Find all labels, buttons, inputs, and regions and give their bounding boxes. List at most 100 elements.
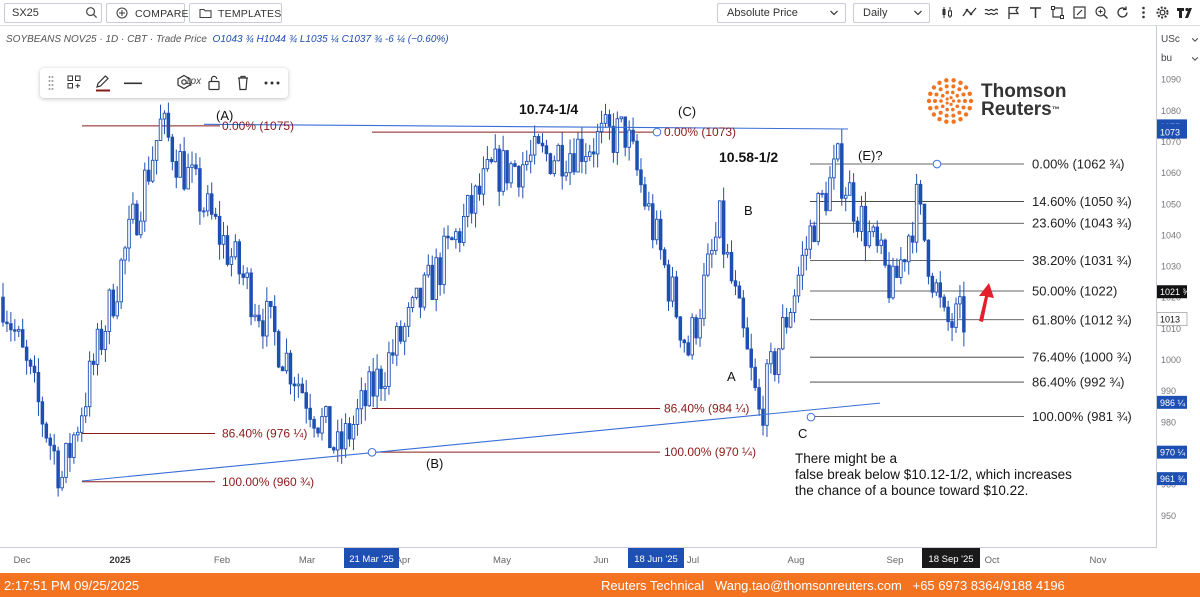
candle-down: [300, 383, 305, 394]
symbol-input[interactable]: SX25: [4, 3, 102, 23]
price-label-box: [1157, 472, 1187, 486]
candle-up: [914, 183, 919, 243]
brand-dot: [944, 84, 949, 89]
more-horizontal-icon[interactable]: [264, 80, 280, 86]
candle-up: [485, 159, 490, 170]
candle-up: [206, 193, 210, 212]
settings-hexagon-icon[interactable]: [176, 74, 192, 90]
fib-right-label: 100.00% (981 ¾): [1032, 409, 1132, 424]
candle-down: [883, 239, 887, 266]
candle-up: [627, 129, 631, 148]
trash-icon[interactable]: [236, 74, 250, 91]
candle-down: [249, 272, 253, 318]
compare-button[interactable]: COMPARE: [106, 3, 189, 23]
wave-label: (E)?: [858, 148, 883, 163]
candle-up: [690, 317, 694, 356]
unit-select[interactable]: bu: [1161, 53, 1199, 64]
candle-down: [721, 200, 726, 255]
candle-up: [162, 112, 167, 120]
price-label-text: 1013: [1160, 315, 1180, 325]
line-width-icon[interactable]: [124, 82, 142, 85]
price-tick: 1050: [1161, 199, 1181, 209]
chart-app: SX25 COMPARE TEMPLATES Absolute Price Da…: [0, 0, 1200, 597]
candle-up: [717, 200, 722, 238]
price-label-box: [1157, 445, 1187, 459]
candle-up: [87, 360, 92, 408]
templates-button[interactable]: TEMPLATES: [189, 3, 282, 23]
price-tick: 1070: [1161, 137, 1181, 147]
search-icon[interactable]: [85, 6, 98, 19]
candle-down: [745, 327, 750, 350]
more-vertical-icon[interactable]: [1136, 5, 1151, 20]
price-label-text: 986 ¼: [1160, 398, 1186, 408]
brand-tm: ™: [1051, 105, 1060, 114]
text-tool-icon[interactable]: [1028, 5, 1043, 20]
brand-dot: [949, 102, 953, 106]
interval-value: Daily: [863, 7, 888, 19]
fib-left-label: 100.00% (960 ¾): [222, 475, 314, 489]
candle-down: [469, 195, 474, 214]
lock-icon[interactable]: [207, 74, 221, 91]
candle-down: [674, 276, 679, 318]
brand-dot: [938, 87, 943, 92]
indicator-icon[interactable]: [962, 5, 977, 20]
fullscreen-icon[interactable]: [1072, 5, 1087, 20]
brand-dot: [928, 91, 933, 97]
candle-down: [1, 296, 5, 323]
price-mode-select[interactable]: Absolute Price: [717, 3, 846, 23]
interval-select[interactable]: Daily: [853, 3, 930, 23]
grid-add-icon[interactable]: [66, 74, 82, 90]
candle-up: [619, 116, 624, 120]
candle-down: [24, 346, 29, 361]
candle-down: [40, 401, 45, 425]
flag-icon[interactable]: [1006, 5, 1021, 20]
zoom-icon[interactable]: [1094, 5, 1109, 20]
candle-up: [595, 131, 600, 155]
currency-unit-select[interactable]: USc: [1161, 34, 1199, 45]
change-value: -6 ¼ (−0.60%): [384, 34, 449, 45]
fib-left-label: 0.00% (1075): [222, 119, 294, 133]
candle-down: [741, 297, 746, 329]
drag-handle-icon[interactable]: [48, 74, 54, 92]
candle-up: [836, 143, 840, 160]
wave-icon[interactable]: [984, 5, 999, 20]
candle-down: [863, 205, 868, 247]
comment-line: false break below $10.12-1/2, which incr…: [795, 467, 1072, 482]
candle-up: [296, 383, 301, 387]
shape-tool-icon[interactable]: [1050, 5, 1065, 20]
wave-label: C: [798, 426, 807, 441]
pencil-icon[interactable]: [94, 74, 112, 92]
open-value: O1043 ¾: [212, 34, 254, 45]
footer-bar: 2:17:51 PM 09/25/2025 Reuters Technical …: [0, 573, 1200, 597]
highlighted-date-box: [344, 548, 399, 568]
candle-up: [131, 203, 135, 220]
candle-up: [359, 390, 364, 410]
gear-icon[interactable]: [1155, 5, 1170, 20]
candle-up: [564, 172, 568, 177]
candlestick-icon[interactable]: [940, 5, 955, 20]
candle-up: [383, 385, 387, 389]
refresh-icon[interactable]: [1115, 5, 1130, 20]
brand-dot: [957, 110, 962, 115]
candle-up: [568, 153, 572, 174]
candle-down: [52, 444, 56, 452]
brand-dot: [958, 80, 963, 86]
candle-up: [178, 151, 182, 178]
candle-down: [398, 326, 403, 342]
candle-down: [678, 316, 683, 341]
low-value: L1035 ¼: [299, 34, 339, 45]
candle-down: [91, 360, 96, 365]
candle-down: [418, 287, 423, 308]
comment-text: There might be a false break below $10.12…: [795, 451, 1072, 498]
price-label-text: 1073: [1160, 128, 1180, 138]
candle-up: [127, 218, 131, 249]
time-axis-divider: [0, 547, 1157, 548]
highlighted-date-text: 21 Mar '25: [349, 554, 394, 565]
candle-up: [473, 185, 478, 214]
candle-down: [217, 215, 222, 245]
price-tick: 1020: [1161, 293, 1181, 303]
candle-up: [603, 114, 608, 124]
candle-up: [871, 226, 876, 233]
brand-dot: [928, 105, 933, 111]
time-tick: Dec: [14, 555, 31, 566]
